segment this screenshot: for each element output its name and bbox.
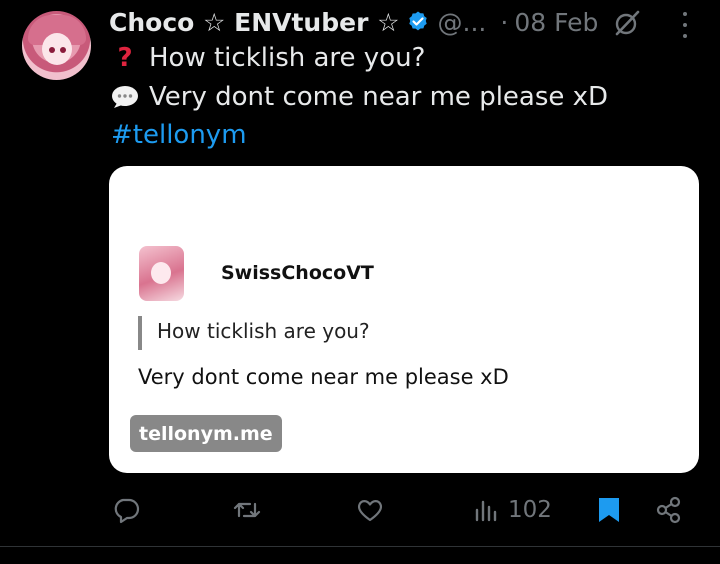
reply-icon	[114, 498, 140, 524]
card-avatar	[139, 246, 184, 301]
card-avatar-face	[151, 262, 171, 284]
share-icon	[656, 496, 681, 524]
card-site-badge[interactable]: tellonym.me	[130, 415, 282, 452]
bookmark-button[interactable]	[597, 490, 621, 530]
card-answer: Very dont come near me please xD	[138, 365, 509, 389]
answer-line: Very dont come near me please xD	[111, 82, 608, 112]
retweet-button[interactable]	[232, 490, 262, 530]
author-name[interactable]: Choco ☆ ENVtuber ☆	[109, 8, 400, 37]
avatar-eye	[60, 47, 66, 53]
avatar-face	[42, 33, 72, 65]
verified-badge-icon[interactable]	[406, 10, 430, 34]
separator-dot: ·	[500, 7, 509, 37]
hashtag-link[interactable]: #tellonym	[111, 120, 247, 150]
share-button[interactable]	[655, 490, 683, 530]
like-icon	[358, 500, 382, 522]
grok-icon[interactable]	[613, 9, 641, 37]
tweet-header: Choco ☆ ENVtuber ☆ @... · 08 Feb	[109, 5, 598, 39]
tweet-date[interactable]: 08 Feb	[514, 8, 598, 37]
action-bar: 102	[0, 490, 720, 530]
speech-bubble-icon	[112, 86, 138, 108]
author-avatar[interactable]	[22, 11, 91, 80]
card-username: SwissChocoVT	[221, 262, 374, 284]
views-icon	[475, 500, 497, 522]
avatar-eye	[49, 47, 55, 53]
more-icon[interactable]	[678, 12, 692, 38]
question-line: ? How ticklish are you?	[111, 43, 425, 73]
like-button[interactable]	[356, 490, 384, 530]
question-text: How ticklish are you?	[149, 43, 426, 73]
card-question: How ticklish are you?	[157, 319, 370, 343]
tweet-divider	[0, 546, 720, 547]
quote-bar	[138, 316, 142, 350]
answer-text: Very dont come near me please xD	[149, 82, 609, 112]
views-button[interactable]: 102	[474, 490, 552, 530]
bookmark-icon	[599, 498, 619, 522]
retweet-icon	[233, 502, 261, 518]
link-preview-card[interactable]: SwissChocoVT How ticklish are you? Very …	[109, 166, 699, 473]
author-handle[interactable]: @...	[438, 8, 487, 37]
views-count: 102	[508, 497, 552, 523]
reply-button[interactable]	[112, 490, 140, 530]
question-mark-icon: ?	[117, 43, 133, 73]
